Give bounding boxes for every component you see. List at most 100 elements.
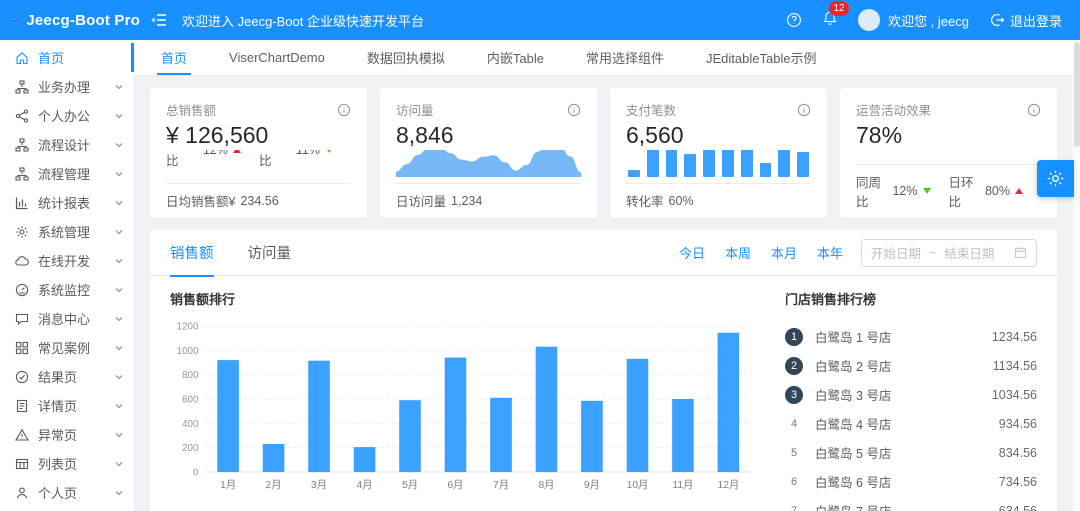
visits-mini-area-chart	[396, 150, 581, 177]
sidebar-item-label: 流程设计	[38, 138, 91, 153]
document-icon	[15, 399, 29, 413]
sidebar-item-cluster-3[interactable]: 流程设计	[0, 130, 134, 159]
page-tab-3[interactable]: 内嵌Table	[487, 40, 544, 75]
ranking-row-6: 6 白鹭岛 6 号店 734.56	[785, 467, 1037, 496]
notification-bell[interactable]: 12	[822, 0, 850, 31]
sidebar-item-label: 在线开发	[38, 254, 91, 269]
sidebar-item-dashboard-8[interactable]: 系统监控	[0, 275, 134, 304]
sidebar-item-check-circle-11[interactable]: 结果页	[0, 362, 134, 391]
sales-bar-5月[interactable]	[399, 400, 421, 472]
card-title: 访问量	[396, 104, 434, 118]
stat-card-total-sales: 总销售额 ¥ 126,560 周同比12% 日同比11% 日均销售额¥ 234.5…	[150, 88, 367, 218]
info-icon[interactable]	[567, 103, 581, 117]
trend-item: 周同比12%	[166, 150, 241, 169]
help-icon[interactable]	[786, 12, 802, 28]
sidebar-item-user-15[interactable]: 个人页	[0, 478, 134, 507]
sidebar-item-document-12[interactable]: 详情页	[0, 391, 134, 420]
sales-bar-9月[interactable]	[581, 400, 603, 472]
page-tab-1[interactable]: ViserChartDemo	[229, 40, 325, 75]
ranking-row-1: 1 白鹭岛 1 号店 1234.56	[785, 322, 1037, 351]
svg-text:7月: 7月	[493, 479, 509, 491]
user-menu[interactable]: 欢迎您 , jeecg	[858, 9, 969, 31]
sidebar-item-share-2[interactable]: 个人办公	[0, 101, 134, 130]
sidebar-item-message-9[interactable]: 消息中心	[0, 304, 134, 333]
svg-text:800: 800	[182, 370, 199, 381]
logout-icon	[989, 12, 1005, 28]
sales-bar-8月[interactable]	[535, 346, 558, 472]
scrollbar-thumb[interactable]	[1073, 42, 1080, 147]
store-sales-value: 1034.56	[991, 387, 1037, 402]
jeecg-dashboard: Jeecg-Boot Pro 欢迎进入 Jeecg-Boot 企业级快速开发平台	[0, 0, 1080, 511]
sales-bar-7月[interactable]	[490, 397, 512, 472]
sidebar-item-table-14[interactable]: 列表页	[0, 449, 134, 478]
home-icon	[15, 51, 29, 65]
logo-text: Jeecg-Boot Pro	[26, 11, 140, 29]
sidebar-item-bar-chart-5[interactable]: 统计报表	[0, 188, 134, 217]
card-footer-label: 转化率	[626, 195, 664, 209]
app-logo[interactable]: Jeecg-Boot Pro	[0, 9, 140, 31]
chevron-down-icon	[114, 169, 124, 179]
panel-tab-0[interactable]: 销售额	[170, 230, 214, 277]
settings-drawer-button[interactable]	[1037, 160, 1074, 197]
logout-button[interactable]: 退出登录	[989, 11, 1062, 30]
table-icon	[15, 457, 29, 471]
avatar	[858, 9, 881, 31]
store-name: 白鹭岛 2 号店	[815, 360, 892, 374]
quick-filter-0[interactable]: 今日	[679, 243, 705, 262]
sidebar-item-cluster-4[interactable]: 流程管理	[0, 159, 134, 188]
trend-indicators: 周同比12% 日同比11%	[166, 150, 351, 177]
info-icon[interactable]	[337, 103, 351, 117]
cluster-icon	[15, 79, 29, 94]
sales-bar-6月[interactable]	[444, 357, 467, 472]
menu-fold-icon[interactable]	[150, 11, 168, 29]
info-icon[interactable]	[1027, 103, 1041, 117]
sidebar-item-home[interactable]: 首页	[0, 43, 134, 72]
panel-tabs: 销售额 访问量	[170, 230, 325, 277]
store-ranking-list: 1 白鹭岛 1 号店 1234.56 2 白鹭岛 2 号店 1134.56 3 白鹭岛 3 号…	[785, 322, 1037, 511]
sales-bar-1月[interactable]	[217, 360, 239, 472]
window-scrollbar[interactable]	[1073, 40, 1080, 511]
page-tab-4[interactable]: 常用选择组件	[586, 40, 664, 75]
quick-filter-1[interactable]: 本周	[725, 243, 751, 262]
card-value: 8,846	[396, 122, 454, 148]
quick-filter-3[interactable]: 本年	[817, 243, 843, 262]
svg-text:10月: 10月	[627, 479, 649, 491]
sidebar-item-grid-10[interactable]: 常见案例	[0, 333, 134, 362]
sales-bar-3月[interactable]	[308, 360, 330, 472]
sales-bar-10月[interactable]	[626, 358, 649, 472]
cluster-icon	[15, 137, 29, 152]
logo-icon	[12, 17, 18, 23]
mini-bar-7	[759, 163, 772, 177]
sales-bar-2月[interactable]	[262, 444, 285, 472]
page-tab-2[interactable]: 数据回执模拟	[367, 40, 445, 75]
svg-text:3月: 3月	[311, 479, 327, 491]
sales-bar-4月[interactable]	[353, 447, 376, 472]
payments-mini-bar-chart	[626, 150, 811, 177]
sales-bar-12月[interactable]	[717, 332, 740, 472]
sidebar-item-cloud-7[interactable]: 在线开发	[0, 246, 134, 275]
date-range-picker[interactable]: 开始日期 ~ 结束日期	[861, 238, 1037, 267]
sidebar-item-gear-6[interactable]: 系统管理	[0, 217, 134, 246]
quick-filter-2[interactable]: 本月	[771, 243, 797, 262]
rank-badge: 1	[785, 327, 803, 346]
dashboard-icon	[15, 283, 29, 297]
sidebar-item-cluster-1[interactable]: 业务办理	[0, 72, 134, 101]
gear-icon	[15, 225, 29, 239]
info-icon[interactable]	[797, 103, 811, 117]
sidebar-item-label: 列表页	[38, 457, 78, 472]
svg-text:4月: 4月	[357, 479, 373, 491]
svg-text:600: 600	[182, 394, 199, 405]
chevron-down-icon	[114, 285, 124, 295]
page-tab-0[interactable]: 首页	[156, 40, 192, 75]
chevron-down-icon	[114, 314, 124, 324]
trend-item: 日同比11%	[259, 150, 333, 169]
sales-chart-section: 销售额排行 0 200 400 600 800 1000 1200 1月 2月 3月 4月 5月 6月 7…	[170, 289, 759, 511]
sales-panel-body: 销售额排行 0 200 400 600 800 1000 1200 1月 2月 3月 4月 5月 6月 7…	[150, 276, 1057, 511]
sidebar-item-warning-13[interactable]: 异常页	[0, 420, 134, 449]
panel-tab-1[interactable]: 访问量	[248, 230, 292, 276]
mini-bar-4	[703, 150, 715, 177]
page-tab-5[interactable]: JEditableTable示例	[706, 40, 817, 75]
sales-bar-11月[interactable]	[672, 399, 694, 472]
store-sales-value: 734.56	[998, 474, 1037, 489]
sidebar-item-label: 个人页	[38, 486, 78, 501]
